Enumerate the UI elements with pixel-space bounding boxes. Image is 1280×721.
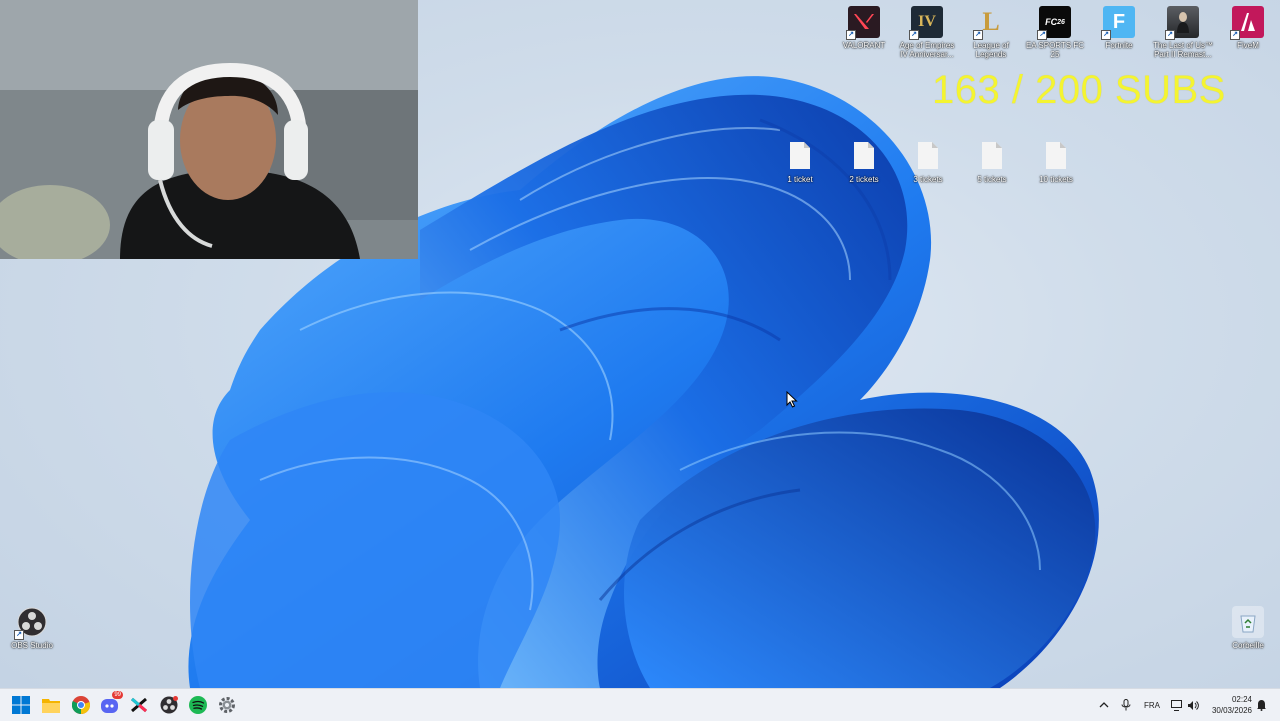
notifications-button[interactable] <box>1256 689 1267 721</box>
taskbar-obs[interactable] <box>157 693 181 717</box>
text-file-icon <box>982 142 1002 169</box>
language-label: FRA <box>1144 700 1160 710</box>
windows-start-icon <box>12 696 30 714</box>
settings-icon <box>219 697 235 713</box>
recycle-bin-icon <box>1232 606 1264 638</box>
desktop-shortcut-last-of-us[interactable]: ↗ The Last of Us™ Part II Remast... <box>1152 6 1214 59</box>
volume-icon <box>1188 700 1199 710</box>
notification-badge: 99 <box>112 691 123 699</box>
desktop-recycle-bin[interactable]: Corbeille <box>1217 606 1279 650</box>
network-tray[interactable] <box>1171 689 1183 721</box>
text-file-icon <box>918 142 938 169</box>
file-label: 5 tickets <box>977 175 1007 184</box>
network-icon <box>1171 699 1182 711</box>
chevron-up-icon <box>1099 702 1109 708</box>
obs-icon: ↗ <box>14 606 48 640</box>
league-of-legends-icon: L ↗ <box>973 6 1007 40</box>
subs-counter: 163 / 200 SUBS <box>932 68 1226 112</box>
desktop-shortcut-fortnite[interactable]: F ↗ Fortnite <box>1088 6 1150 50</box>
shortcut-label: Corbeille <box>1232 641 1264 650</box>
file-label: 10 tickets <box>1039 175 1073 184</box>
shortcut-label: EA SPORTS FC 25 <box>1025 41 1085 59</box>
clock-date: 30/03/2026 <box>1211 706 1252 715</box>
taskbar-capcut[interactable] <box>127 693 151 717</box>
file-2-tickets[interactable]: 2 tickets <box>839 142 889 184</box>
capcut-icon <box>131 697 147 713</box>
text-file-icon <box>854 142 874 169</box>
microphone-tray[interactable] <box>1121 689 1131 721</box>
spotify-icon <box>189 696 207 714</box>
file-label: 1 ticket <box>787 175 813 184</box>
shortcut-label: Age of Empires IV Anniversar... <box>899 41 955 59</box>
taskbar-discord[interactable]: 99 <box>98 691 123 717</box>
file-label: 3 tickets <box>913 175 943 184</box>
last-of-us-icon: ↗ <box>1165 6 1199 40</box>
desktop-shortcut-ea-fc[interactable]: FC 26 ↗ EA SPORTS FC 25 <box>1024 6 1086 59</box>
text-file-icon <box>790 142 810 169</box>
taskbar-spotify[interactable] <box>186 693 210 717</box>
file-3-tickets[interactable]: 3 tickets <box>903 142 953 184</box>
fivem-icon: ↗ <box>1230 6 1264 40</box>
file-10-tickets[interactable]: 10 tickets <box>1031 142 1081 184</box>
file-5-tickets[interactable]: 5 tickets <box>967 142 1017 184</box>
show-hidden-icons-button[interactable] <box>1099 689 1109 721</box>
shortcut-label: VALORANT <box>842 41 886 50</box>
shortcut-label: Fortnite <box>1105 41 1133 50</box>
desktop-shortcut-valorant[interactable]: ↗ VALORANT <box>833 6 895 50</box>
taskbar-clock[interactable]: 02:24 30/03/2026 <box>1212 694 1252 716</box>
volume-tray[interactable] <box>1187 689 1199 721</box>
taskbar: 99 FRA 02:24 30/03/2026 <box>0 688 1280 721</box>
input-language-indicator[interactable]: FRA <box>1144 689 1160 721</box>
desktop-shortcut-fivem[interactable]: ↗ FiveM <box>1217 6 1279 50</box>
clock-time: 02:24 <box>1231 695 1252 704</box>
fortnite-icon: F ↗ <box>1101 6 1135 40</box>
taskbar-file-explorer[interactable] <box>39 693 63 717</box>
taskbar-settings[interactable] <box>215 693 239 717</box>
shortcut-label: The Last of Us™ Part II Remast... <box>1152 41 1214 59</box>
file-1-ticket[interactable]: 1 ticket <box>775 142 825 184</box>
microphone-icon <box>1121 699 1131 711</box>
file-explorer-icon <box>42 699 60 713</box>
ea-fc-icon: FC 26 ↗ <box>1037 6 1071 40</box>
valorant-icon: ↗ <box>846 6 880 40</box>
age-of-empires-icon: IV ↗ <box>909 6 943 40</box>
chrome-icon <box>72 696 90 714</box>
shortcut-label: League of Legends <box>973 41 1009 59</box>
obs-taskbar-icon <box>160 696 178 714</box>
text-file-icon <box>1046 142 1066 169</box>
desktop-shortcut-obs-studio[interactable]: ↗ OBS Studio <box>1 606 63 650</box>
desktop-shortcut-league-of-legends[interactable]: L ↗ League of Legends <box>960 6 1022 59</box>
shortcut-label: FiveM <box>1237 41 1259 50</box>
webcam-overlay <box>0 0 418 259</box>
desktop: ↗ VALORANT IV ↗ Age of Empires IV Anniver… <box>0 0 1280 688</box>
notification-bell-icon <box>1257 700 1266 711</box>
taskbar-chrome[interactable] <box>69 693 93 717</box>
shortcut-label: OBS Studio <box>11 641 53 650</box>
start-button[interactable] <box>9 693 33 717</box>
mouse-cursor-icon <box>786 391 798 408</box>
file-label: 2 tickets <box>849 175 879 184</box>
streamer-webcam-image <box>0 0 418 259</box>
desktop-shortcut-age-of-empires[interactable]: IV ↗ Age of Empires IV Anniversar... <box>896 6 958 59</box>
